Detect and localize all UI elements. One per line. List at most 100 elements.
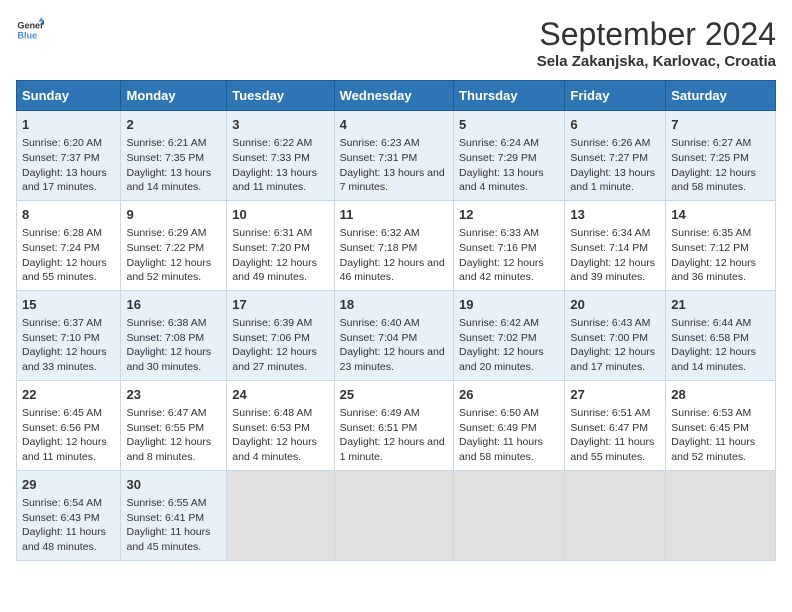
calendar-cell <box>666 470 776 560</box>
sunset-time: Sunset: 7:10 PM <box>22 332 100 344</box>
daylight-hours: Daylight: 12 hours and 23 minutes. <box>340 346 445 373</box>
calendar-cell: 17 Sunrise: 6:39 AM Sunset: 7:06 PM Dayl… <box>227 290 334 380</box>
day-number: 16 <box>126 296 221 314</box>
sunrise-time: Sunrise: 6:49 AM <box>340 407 420 419</box>
sunset-time: Sunset: 6:56 PM <box>22 422 100 434</box>
daylight-hours: Daylight: 12 hours and 20 minutes. <box>459 346 544 373</box>
sunrise-time: Sunrise: 6:24 AM <box>459 137 539 149</box>
daylight-hours: Daylight: 12 hours and 27 minutes. <box>232 346 317 373</box>
daylight-hours: Daylight: 13 hours and 14 minutes. <box>126 167 211 194</box>
sunset-time: Sunset: 7:06 PM <box>232 332 310 344</box>
sunset-time: Sunset: 6:53 PM <box>232 422 310 434</box>
day-number: 4 <box>340 116 448 134</box>
daylight-hours: Daylight: 13 hours and 17 minutes. <box>22 167 107 194</box>
calendar-cell <box>454 470 565 560</box>
calendar-cell: 5 Sunrise: 6:24 AM Sunset: 7:29 PM Dayli… <box>454 111 565 201</box>
header-wednesday: Wednesday <box>334 81 453 111</box>
table-row: 29 Sunrise: 6:54 AM Sunset: 6:43 PM Dayl… <box>17 470 776 560</box>
sunrise-time: Sunrise: 6:33 AM <box>459 227 539 239</box>
daylight-hours: Daylight: 13 hours and 1 minute. <box>570 167 655 194</box>
sunrise-time: Sunrise: 6:31 AM <box>232 227 312 239</box>
sunset-time: Sunset: 7:00 PM <box>570 332 648 344</box>
sunrise-time: Sunrise: 6:38 AM <box>126 317 206 329</box>
table-row: 1 Sunrise: 6:20 AM Sunset: 7:37 PM Dayli… <box>17 111 776 201</box>
sunrise-time: Sunrise: 6:34 AM <box>570 227 650 239</box>
sunset-time: Sunset: 7:12 PM <box>671 242 749 254</box>
sunset-time: Sunset: 7:16 PM <box>459 242 537 254</box>
sunrise-time: Sunrise: 6:22 AM <box>232 137 312 149</box>
day-number: 8 <box>22 206 115 224</box>
calendar-cell: 2 Sunrise: 6:21 AM Sunset: 7:35 PM Dayli… <box>121 111 227 201</box>
sunset-time: Sunset: 7:31 PM <box>340 152 418 164</box>
day-number: 11 <box>340 206 448 224</box>
day-number: 15 <box>22 296 115 314</box>
day-number: 9 <box>126 206 221 224</box>
sunset-time: Sunset: 7:08 PM <box>126 332 204 344</box>
daylight-hours: Daylight: 12 hours and 4 minutes. <box>232 436 317 463</box>
daylight-hours: Daylight: 11 hours and 55 minutes. <box>570 436 654 463</box>
logo: General Blue <box>16 16 44 44</box>
day-number: 20 <box>570 296 660 314</box>
day-number: 6 <box>570 116 660 134</box>
calendar-cell: 14 Sunrise: 6:35 AM Sunset: 7:12 PM Dayl… <box>666 200 776 290</box>
daylight-hours: Daylight: 11 hours and 58 minutes. <box>459 436 543 463</box>
calendar-cell: 9 Sunrise: 6:29 AM Sunset: 7:22 PM Dayli… <box>121 200 227 290</box>
daylight-hours: Daylight: 12 hours and 52 minutes. <box>126 257 211 284</box>
sunset-time: Sunset: 6:43 PM <box>22 512 100 524</box>
sunrise-time: Sunrise: 6:35 AM <box>671 227 751 239</box>
daylight-hours: Daylight: 11 hours and 48 minutes. <box>22 526 106 553</box>
daylight-hours: Daylight: 12 hours and 55 minutes. <box>22 257 107 284</box>
sunrise-time: Sunrise: 6:40 AM <box>340 317 420 329</box>
day-number: 22 <box>22 386 115 404</box>
header-friday: Friday <box>565 81 666 111</box>
page-subtitle: Sela Zakanjska, Karlovac, Croatia <box>537 53 776 70</box>
calendar-cell: 27 Sunrise: 6:51 AM Sunset: 6:47 PM Dayl… <box>565 380 666 470</box>
day-number: 1 <box>22 116 115 134</box>
day-number: 2 <box>126 116 221 134</box>
daylight-hours: Daylight: 12 hours and 17 minutes. <box>570 346 655 373</box>
sunrise-time: Sunrise: 6:44 AM <box>671 317 751 329</box>
day-number: 26 <box>459 386 559 404</box>
sunrise-time: Sunrise: 6:47 AM <box>126 407 206 419</box>
day-number: 19 <box>459 296 559 314</box>
sunset-time: Sunset: 7:37 PM <box>22 152 100 164</box>
calendar-cell: 12 Sunrise: 6:33 AM Sunset: 7:16 PM Dayl… <box>454 200 565 290</box>
sunrise-time: Sunrise: 6:54 AM <box>22 497 102 509</box>
sunset-time: Sunset: 7:29 PM <box>459 152 537 164</box>
day-number: 17 <box>232 296 328 314</box>
sunrise-time: Sunrise: 6:55 AM <box>126 497 206 509</box>
daylight-hours: Daylight: 12 hours and 30 minutes. <box>126 346 211 373</box>
sunset-time: Sunset: 6:49 PM <box>459 422 537 434</box>
sunrise-time: Sunrise: 6:48 AM <box>232 407 312 419</box>
day-number: 14 <box>671 206 770 224</box>
daylight-hours: Daylight: 13 hours and 11 minutes. <box>232 167 317 194</box>
sunset-time: Sunset: 7:33 PM <box>232 152 310 164</box>
svg-text:Blue: Blue <box>17 30 37 40</box>
sunset-time: Sunset: 6:51 PM <box>340 422 418 434</box>
sunrise-time: Sunrise: 6:20 AM <box>22 137 102 149</box>
sunset-time: Sunset: 6:41 PM <box>126 512 204 524</box>
sunrise-time: Sunrise: 6:27 AM <box>671 137 751 149</box>
calendar-cell <box>227 470 334 560</box>
calendar-cell: 8 Sunrise: 6:28 AM Sunset: 7:24 PM Dayli… <box>17 200 121 290</box>
daylight-hours: Daylight: 11 hours and 52 minutes. <box>671 436 755 463</box>
title-block: September 2024 Sela Zakanjska, Karlovac,… <box>537 16 776 70</box>
daylight-hours: Daylight: 12 hours and 33 minutes. <box>22 346 107 373</box>
daylight-hours: Daylight: 12 hours and 49 minutes. <box>232 257 317 284</box>
calendar-cell: 24 Sunrise: 6:48 AM Sunset: 6:53 PM Dayl… <box>227 380 334 470</box>
svg-text:General: General <box>17 21 44 31</box>
sunrise-time: Sunrise: 6:42 AM <box>459 317 539 329</box>
calendar-cell: 7 Sunrise: 6:27 AM Sunset: 7:25 PM Dayli… <box>666 111 776 201</box>
sunset-time: Sunset: 7:18 PM <box>340 242 418 254</box>
day-number: 25 <box>340 386 448 404</box>
day-number: 13 <box>570 206 660 224</box>
sunset-time: Sunset: 6:45 PM <box>671 422 749 434</box>
sunset-time: Sunset: 7:20 PM <box>232 242 310 254</box>
logo-icon: General Blue <box>16 16 44 44</box>
day-number: 3 <box>232 116 328 134</box>
calendar-cell: 10 Sunrise: 6:31 AM Sunset: 7:20 PM Dayl… <box>227 200 334 290</box>
daylight-hours: Daylight: 12 hours and 36 minutes. <box>671 257 756 284</box>
day-number: 7 <box>671 116 770 134</box>
sunrise-time: Sunrise: 6:29 AM <box>126 227 206 239</box>
table-row: 15 Sunrise: 6:37 AM Sunset: 7:10 PM Dayl… <box>17 290 776 380</box>
